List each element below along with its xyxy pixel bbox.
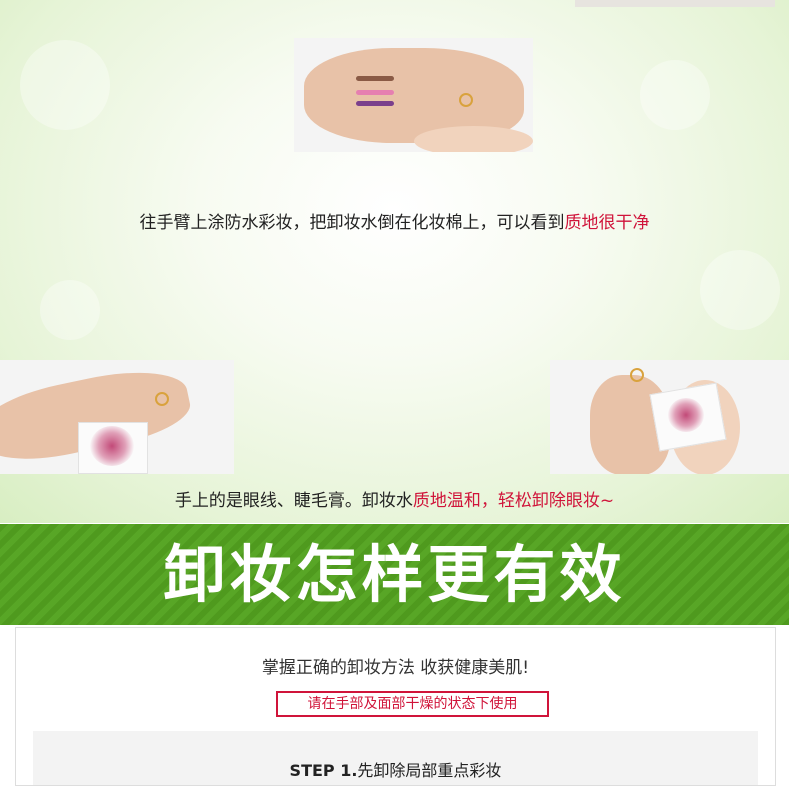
wipe-hand-photo (0, 360, 234, 474)
ring-icon (459, 93, 473, 107)
caption-highlight: 质地很干净 (564, 213, 650, 233)
hand-swatch-photo (294, 38, 533, 152)
usage-warning-box: 请在手部及面部干燥的状态下使用 (276, 691, 549, 717)
makeup-stain (668, 398, 704, 432)
method-tagline: 掌握正确的卸妆方法 收获健康美肌! (261, 658, 530, 678)
makeup-swatch (356, 76, 394, 81)
makeup-stain (90, 426, 134, 466)
step-heading: STEP 1.先卸除局部重点彩妆 (33, 757, 758, 781)
step-label: STEP 1. (289, 761, 358, 780)
method-panel: 掌握正确的卸妆方法 收获健康美肌! 请在手部及面部干燥的状态下使用 STEP 1… (15, 627, 776, 786)
bokeh-light (40, 280, 100, 340)
step-box: STEP 1.先卸除局部重点彩妆 (33, 731, 758, 785)
caption-text: 往手臂上涂防水彩妆，把卸妆水倒在化妆棉上，可以看到 (139, 213, 565, 233)
bokeh-light (700, 250, 780, 330)
hand-shape (414, 126, 533, 152)
ring-icon (155, 392, 169, 406)
banner-title: 卸妆怎样更有效 (163, 538, 626, 611)
bokeh-light (640, 60, 710, 130)
section-banner: 卸妆怎样更有效 (0, 524, 789, 625)
makeup-swatch (356, 90, 394, 95)
caption-text: 手上的是眼线、睫毛膏。卸妆水 (174, 491, 413, 511)
caption-gentle: 手上的是眼线、睫毛膏。卸妆水质地温和，轻松卸除眼妆~ (0, 486, 789, 511)
bokeh-light (20, 40, 110, 130)
product-demo-section: 往手臂上涂防水彩妆，把卸妆水倒在化妆棉上，可以看到质地很干净 手上的是眼线、睫毛… (0, 0, 789, 523)
cotton-pad-photo (550, 360, 789, 474)
caption-highlight: 质地温和，轻松卸除眼妆~ (412, 491, 615, 511)
step-description: 先卸除局部重点彩妆 (357, 761, 502, 780)
caption-texture: 往手臂上涂防水彩妆，把卸妆水倒在化妆棉上，可以看到质地很干净 (0, 208, 789, 233)
ring-icon (630, 368, 644, 382)
makeup-swatch (356, 101, 394, 106)
partial-photo-top (575, 0, 775, 7)
